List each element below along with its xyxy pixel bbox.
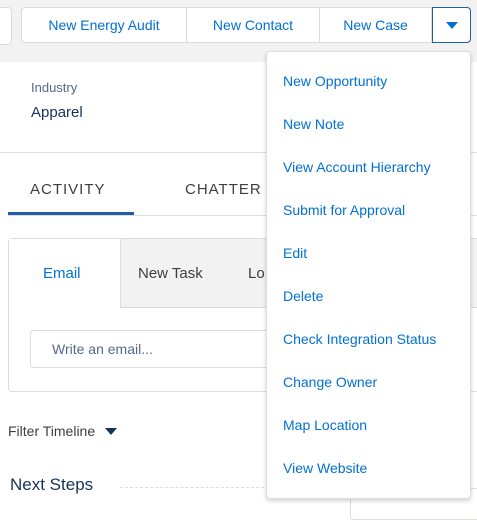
publisher-tab-log[interactable]: Lo: [248, 265, 265, 282]
publisher-tab-email[interactable]: Email: [43, 265, 81, 282]
industry-label: Industry: [31, 80, 78, 95]
chevron-down-icon: [445, 21, 458, 29]
filter-timeline-button[interactable]: Filter Timeline: [8, 423, 118, 439]
menu-item-new-note[interactable]: New Note: [283, 116, 344, 132]
new-contact-button[interactable]: New Contact: [187, 7, 320, 43]
more-actions-button[interactable]: [432, 7, 471, 43]
menu-item-submit-for-approval[interactable]: Submit for Approval: [283, 202, 405, 218]
menu-item-new-opportunity[interactable]: New Opportunity: [283, 73, 387, 89]
more-actions-dropdown: New Opportunity New Note View Account Hi…: [266, 51, 471, 499]
action-button-truncated[interactable]: [0, 7, 12, 45]
menu-item-change-owner[interactable]: Change Owner: [283, 374, 377, 390]
new-case-button[interactable]: New Case: [320, 7, 432, 43]
menu-item-check-integration-status[interactable]: Check Integration Status: [283, 331, 436, 347]
tab-chatter[interactable]: CHATTER: [185, 181, 262, 198]
action-button-group: New Energy Audit New Contact New Case: [21, 7, 471, 45]
menu-item-edit[interactable]: Edit: [283, 245, 307, 261]
new-energy-audit-button[interactable]: New Energy Audit: [21, 7, 187, 43]
filter-timeline-label: Filter Timeline: [8, 423, 96, 439]
menu-item-view-website[interactable]: View Website: [283, 460, 367, 476]
industry-value: Apparel: [31, 104, 83, 121]
tab-activity[interactable]: ACTIVITY: [30, 181, 106, 198]
publisher-tab-new-task[interactable]: New Task: [138, 265, 203, 282]
next-steps-heading: Next Steps: [10, 475, 94, 494]
menu-item-map-location[interactable]: Map Location: [283, 417, 367, 433]
caret-down-icon: [105, 427, 118, 435]
menu-item-delete[interactable]: Delete: [283, 288, 323, 304]
menu-item-view-account-hierarchy[interactable]: View Account Hierarchy: [283, 159, 431, 175]
